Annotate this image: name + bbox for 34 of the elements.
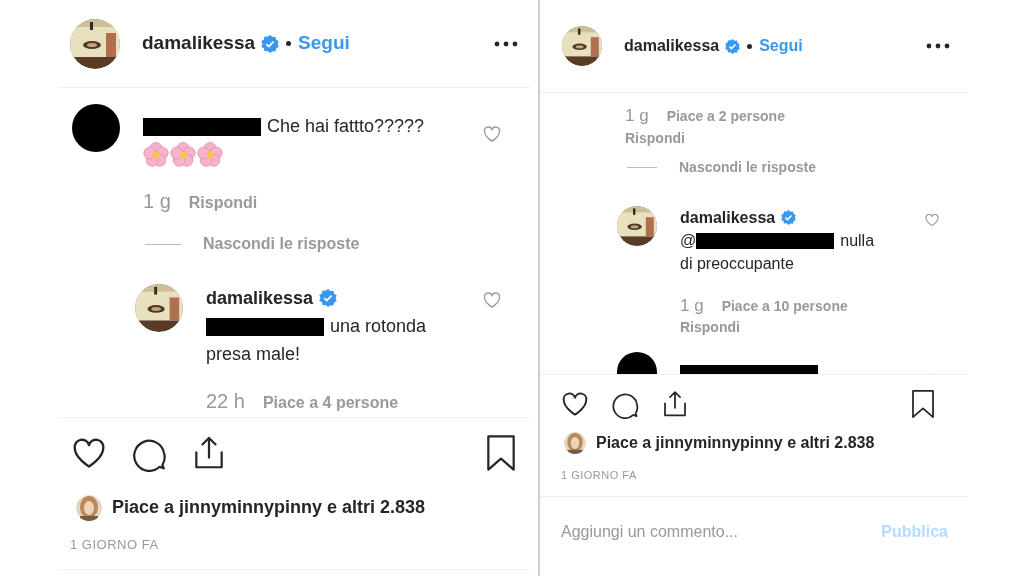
flower-icon <box>170 142 196 168</box>
flower-icon <box>197 142 223 168</box>
likes-count[interactable]: Piace a jinnyminnypinny e altri 2.838 <box>596 431 875 455</box>
comment-likes[interactable]: Piace a 10 persone <box>721 295 848 317</box>
dot-separator-icon <box>747 43 753 49</box>
comment-time: 22 h <box>206 389 245 414</box>
comment-username[interactable]: damalikessa <box>680 205 776 229</box>
comment-likes[interactable]: Piace a 4 persone <box>262 391 399 415</box>
post-date: 1 GIORNO FA <box>561 469 637 481</box>
comment-text: @ nulla di preoccupante <box>680 230 876 274</box>
username[interactable]: damalikessa <box>142 29 256 58</box>
hide-replies-link[interactable]: Nascondi le risposte <box>679 156 816 178</box>
more-icon[interactable] <box>926 43 950 49</box>
comment-likes[interactable]: Piace a 2 persone <box>666 106 785 127</box>
publish-button[interactable]: Pubblica <box>881 519 948 544</box>
username[interactable]: damalikessa <box>624 34 720 58</box>
reply-link[interactable]: Rispondi <box>625 128 685 147</box>
comment-time: 1 g <box>625 105 649 127</box>
comment-text: Che hai fattto????? <box>143 112 462 140</box>
follow-button[interactable]: Segui <box>759 34 803 58</box>
comment-username[interactable]: damalikessa <box>206 284 314 312</box>
comment-time: 1 g <box>680 294 704 317</box>
comment-text: una rotonda presa male! <box>206 315 428 366</box>
hide-replies-link[interactable]: Nascondi le risposte <box>203 232 360 256</box>
comment-time: 1 g <box>143 189 171 214</box>
follow-button[interactable]: Segui <box>298 29 350 58</box>
post-date: 1 GIORNO FA <box>70 537 159 552</box>
comment-field[interactable]: Aggiungi un commento... <box>561 519 882 544</box>
more-icon[interactable] <box>494 40 518 47</box>
reply-link[interactable]: Rispondi <box>680 318 740 336</box>
flower-icon <box>143 142 169 168</box>
likes-count[interactable]: Piace a jinnyminnypinny e altri 2.838 <box>112 494 426 521</box>
dot-separator-icon <box>286 41 292 46</box>
reply-link[interactable]: Rispondi <box>188 191 258 215</box>
